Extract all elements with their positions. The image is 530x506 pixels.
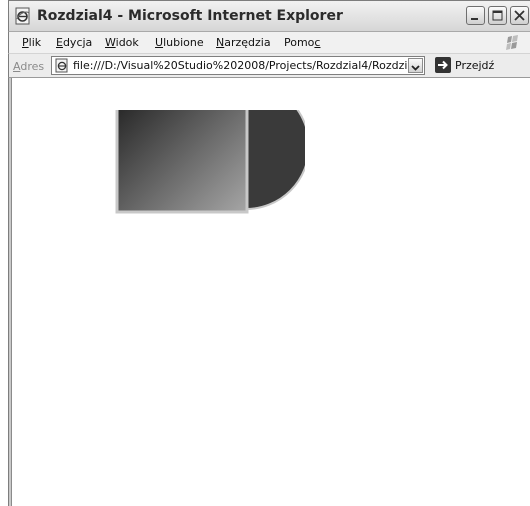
title-bar[interactable]: Rozdzial4 - Microsoft Internet Explorer — [8, 0, 530, 32]
maximize-button[interactable] — [488, 6, 507, 25]
maximize-icon — [492, 10, 503, 21]
address-dropdown-button[interactable] — [408, 58, 423, 73]
ie-page-icon — [55, 58, 68, 73]
menu-item-plik[interactable]: Plik — [22, 36, 41, 49]
go-arrow-icon — [438, 60, 448, 70]
address-label: Adres — [13, 60, 45, 73]
go-label[interactable]: Przejdź — [455, 59, 494, 72]
menu-item-edycja[interactable]: Edycja — [56, 36, 92, 49]
window-title: Rozdzial4 - Microsoft Internet Explorer — [37, 8, 343, 24]
minimize-icon — [471, 18, 478, 20]
menu-item-narzedzia[interactable]: Narzędzia — [216, 36, 271, 49]
address-url: file:///D:/Visual%20Studio%202008/Projec… — [73, 59, 409, 72]
window-left-border — [8, 78, 13, 506]
gradient-square — [115, 110, 249, 214]
close-icon — [514, 10, 525, 21]
ie-page-icon — [15, 7, 30, 25]
menu-item-pomoc[interactable]: Pomoc — [284, 36, 320, 49]
windows-logo-icon — [506, 35, 518, 50]
browser-window: Rozdzial4 - Microsoft Internet Explorer … — [0, 0, 530, 506]
menu-bar: Plik Edycja Widok Ulubione Narzędzia Pom… — [8, 32, 530, 54]
chevron-down-icon — [411, 65, 420, 71]
semicircle-shape — [245, 110, 305, 210]
gradient-shape-graphic — [115, 110, 305, 214]
address-input[interactable]: file:///D:/Visual%20Studio%202008/Projec… — [51, 56, 425, 75]
go-button[interactable] — [435, 57, 451, 73]
minimize-button[interactable] — [466, 6, 485, 25]
menu-item-widok[interactable]: Widok — [105, 36, 139, 49]
menu-item-ulubione[interactable]: Ulubione — [155, 36, 204, 49]
close-button[interactable] — [510, 6, 529, 25]
address-bar: Adres file:///D:/Visual%20Studio%202008/… — [8, 54, 530, 78]
